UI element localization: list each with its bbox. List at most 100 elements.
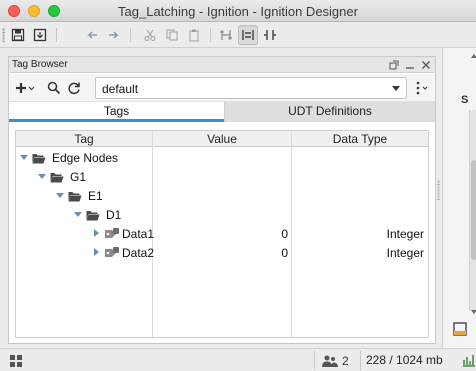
close-icon xyxy=(422,61,430,69)
distribute-button[interactable] xyxy=(260,25,280,45)
more-options-button[interactable] xyxy=(413,80,429,96)
opc-tag-icon xyxy=(105,247,119,257)
tab-udt-definitions[interactable]: UDT Definitions xyxy=(224,102,435,122)
tag-browser-panel: Tag Browser default Tags UDT Definitions… xyxy=(8,56,436,344)
copy-button[interactable] xyxy=(162,25,182,45)
undo-icon xyxy=(87,31,97,39)
minimize-panel-button[interactable] xyxy=(403,58,417,72)
cut-button[interactable] xyxy=(140,25,160,45)
close-panel-button[interactable] xyxy=(419,58,433,72)
align-button[interactable] xyxy=(238,25,258,45)
collapsed-caret-icon[interactable] xyxy=(94,229,99,237)
status-separator xyxy=(314,351,315,370)
table-header: Tag Value Data Type xyxy=(16,131,428,147)
save-all-icon xyxy=(33,28,47,42)
tag-provider-select[interactable]: default xyxy=(95,77,407,99)
redo-icon xyxy=(109,31,119,39)
undo-button[interactable] xyxy=(82,25,102,45)
redo-button[interactable] xyxy=(104,25,124,45)
title-bar: Tag_Latching - Ignition - Ignition Desig… xyxy=(0,0,476,22)
paste-icon xyxy=(189,29,199,42)
scroll-down-icon[interactable] xyxy=(471,310,476,314)
tree-row-e1[interactable]: E1 xyxy=(16,187,428,206)
expand-caret-icon[interactable] xyxy=(20,155,28,160)
panel-title: Tag Browser xyxy=(12,59,68,70)
column-header-value[interactable]: Value xyxy=(153,132,291,146)
search-icon xyxy=(47,81,61,95)
provider-value: default xyxy=(102,82,139,96)
tag-browser-header: Tag Browser xyxy=(9,57,435,73)
snap-icon xyxy=(220,30,232,40)
column-header-data-type[interactable]: Data Type xyxy=(292,132,428,146)
folder-open-icon xyxy=(50,173,64,183)
tag-data-type: Integer xyxy=(386,246,424,260)
main-toolbar xyxy=(0,22,476,48)
grid-icon[interactable] xyxy=(10,355,22,367)
save-all-button[interactable] xyxy=(30,25,50,45)
tag-browser-toolbar: default xyxy=(9,74,435,102)
float-panel-button[interactable] xyxy=(387,58,401,72)
split-pane-divider[interactable] xyxy=(437,180,440,200)
tab-tags[interactable]: Tags xyxy=(9,102,224,122)
search-button[interactable] xyxy=(45,80,63,96)
collapsed-caret-icon[interactable] xyxy=(94,248,99,256)
tag-table: Tag Value Data Type Edge Nodes G1 E1 D1 xyxy=(15,130,429,338)
connected-users[interactable]: 2 xyxy=(322,353,349,369)
tag-name: Edge Nodes xyxy=(52,151,119,165)
tree-row-data1[interactable]: Data1 0 Integer xyxy=(16,225,428,244)
column-header-tag[interactable]: Tag xyxy=(16,132,152,146)
distribute-icon xyxy=(264,30,276,40)
memory-gauge-icon[interactable] xyxy=(462,353,476,367)
folder-open-icon xyxy=(86,211,100,221)
right-pane-label: S xyxy=(461,94,469,106)
chevron-down-icon xyxy=(392,86,400,91)
snap-button[interactable] xyxy=(216,25,236,45)
window-title: Tag_Latching - Ignition - Ignition Desig… xyxy=(118,4,358,19)
toolbar-separator xyxy=(130,28,131,42)
tag-data-type: Integer xyxy=(386,227,424,241)
tag-value[interactable]: 0 xyxy=(153,227,288,241)
align-icon xyxy=(242,30,254,40)
tree-row-d1[interactable]: D1 xyxy=(16,206,428,225)
status-bar: 2 228 / 1024 mb xyxy=(0,348,476,371)
save-icon xyxy=(11,28,25,42)
tree-row-edge-nodes[interactable]: Edge Nodes xyxy=(16,149,428,168)
toolbar-separator xyxy=(56,28,57,42)
vertical-scrollbar[interactable] xyxy=(469,110,476,310)
toolbar-separator xyxy=(210,28,211,42)
tree-row-g1[interactable]: G1 xyxy=(16,168,428,187)
kebab-menu-icon xyxy=(416,81,428,95)
tree-row-data2[interactable]: Data2 0 Integer xyxy=(16,244,428,263)
tag-name: G1 xyxy=(70,170,87,184)
expand-caret-icon[interactable] xyxy=(56,193,64,198)
float-icon xyxy=(389,60,399,70)
refresh-icon xyxy=(68,82,80,95)
add-tag-button[interactable] xyxy=(13,80,37,96)
expand-caret-icon[interactable] xyxy=(74,212,82,217)
right-pane: S xyxy=(442,48,476,348)
toolbar-grip[interactable] xyxy=(2,28,5,42)
paste-button[interactable] xyxy=(184,25,204,45)
scroll-up-icon[interactable] xyxy=(471,54,476,58)
tag-browser-tabs: Tags UDT Definitions xyxy=(9,102,435,122)
users-count: 2 xyxy=(342,354,349,368)
tag-name: Data2 xyxy=(122,246,155,260)
add-icon xyxy=(16,83,35,93)
minimize-icon xyxy=(406,67,414,69)
users-icon xyxy=(322,355,338,367)
memory-usage: 228 / 1024 mb xyxy=(366,353,443,367)
tag-name: D1 xyxy=(106,208,122,222)
refresh-button[interactable] xyxy=(65,80,83,96)
status-separator xyxy=(360,351,361,370)
opc-tag-icon xyxy=(105,228,119,238)
scrollbar-thumb[interactable] xyxy=(471,160,476,260)
tag-name: E1 xyxy=(88,189,103,203)
expand-caret-icon[interactable] xyxy=(38,174,46,179)
tag-name: Data1 xyxy=(122,227,155,241)
cut-icon xyxy=(144,29,156,41)
save-button[interactable] xyxy=(8,25,28,45)
folder-open-icon xyxy=(32,154,46,164)
folder-open-icon xyxy=(68,192,82,202)
window-icon[interactable] xyxy=(453,322,467,336)
tag-value[interactable]: 0 xyxy=(153,246,288,260)
